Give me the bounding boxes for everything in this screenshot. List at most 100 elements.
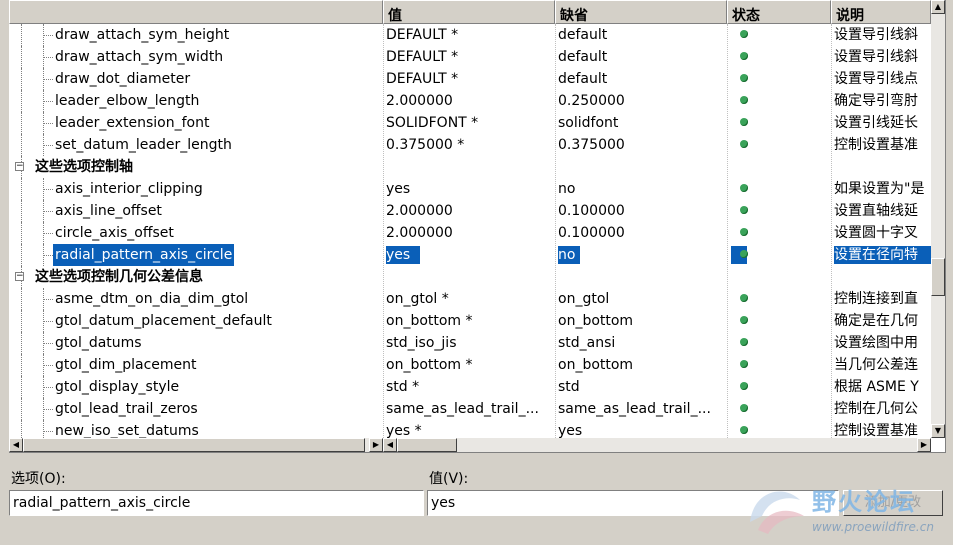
- column-header-description[interactable]: 说明: [831, 0, 931, 24]
- option-field[interactable]: radial_pattern_axis_circle: [9, 490, 424, 516]
- table-row[interactable]: draw_attach_sym_height DEFAULT * default 设置…: [9, 24, 931, 46]
- option-name-cell[interactable]: draw_dot_diameter: [9, 68, 383, 90]
- option-name: leader_extension_font: [55, 115, 210, 131]
- tree-line: [44, 35, 53, 36]
- table-row[interactable]: axis_interior_clipping yes no 如果设置为"是: [9, 178, 931, 200]
- option-name-cell[interactable]: gtol_display_style: [9, 376, 383, 398]
- horizontal-scroll-thumb-right[interactable]: [397, 438, 457, 452]
- value-cell[interactable]: std *: [386, 376, 552, 398]
- status-cell: [727, 310, 831, 332]
- collapse-icon[interactable]: −: [15, 162, 24, 171]
- status-cell: [727, 332, 831, 354]
- value-cell[interactable]: on_bottom *: [386, 310, 552, 332]
- table-row[interactable]: axis_line_offset 2.000000 0.100000 设置直轴线延: [9, 200, 931, 222]
- option-name-cell[interactable]: circle_axis_offset: [9, 222, 383, 244]
- horizontal-scroll-thumb-left[interactable]: [23, 438, 365, 452]
- value-cell[interactable]: yes: [386, 244, 552, 266]
- value-cell[interactable]: yes *: [386, 420, 552, 438]
- value-cell[interactable]: DEFAULT *: [386, 46, 552, 68]
- scroll-right-icon[interactable]: ▶: [369, 438, 383, 452]
- value-cell[interactable]: 2.000000: [386, 222, 552, 244]
- option-name-cell[interactable]: draw_attach_sym_height: [9, 24, 383, 46]
- tree-line: [21, 200, 22, 222]
- status-cell: [727, 134, 831, 156]
- scroll-left-icon[interactable]: ◀: [9, 438, 23, 452]
- add-change-button[interactable]: 添加/更改: [843, 490, 943, 516]
- description-cell: 设置绘图中用: [834, 335, 918, 351]
- horizontal-scrollbar-right[interactable]: ◀ ▶: [383, 438, 931, 452]
- table-row[interactable]: gtol_lead_trail_zeros same_as_lead_trail_…: [9, 398, 931, 420]
- description-cell: 设置导引线点: [834, 71, 918, 87]
- table-row[interactable]: new_iso_set_datums yes * yes 控制设置基准: [9, 420, 931, 438]
- description-cell: 如果设置为"是: [834, 181, 925, 197]
- option-name: gtol_lead_trail_zeros: [55, 401, 198, 417]
- scroll-down-icon[interactable]: ▼: [931, 424, 945, 438]
- description-cell: 根据 ASME Y: [834, 379, 919, 395]
- column-header-status[interactable]: 状态: [727, 0, 831, 24]
- status-cell: [727, 398, 831, 420]
- value-cell[interactable]: same_as_lead_trail_...: [386, 398, 552, 420]
- description-cell: 确定导引弯肘: [834, 93, 918, 109]
- table-row[interactable]: circle_axis_offset 2.000000 0.100000 设置圆十字叉: [9, 222, 931, 244]
- option-name-cell[interactable]: gtol_lead_trail_zeros: [9, 398, 383, 420]
- option-name-cell[interactable]: radial_pattern_axis_circle: [9, 244, 383, 266]
- value-cell[interactable]: std_iso_jis: [386, 332, 552, 354]
- table-row[interactable]: radial_pattern_axis_circle yes no 设置在径向特: [9, 244, 931, 266]
- scroll-left-icon[interactable]: ◀: [383, 438, 397, 452]
- vertical-scroll-thumb[interactable]: [931, 258, 945, 296]
- tree-line: [44, 233, 53, 234]
- option-name-cell[interactable]: draw_attach_sym_width: [9, 46, 383, 68]
- vertical-scrollbar[interactable]: ▲ ▼: [931, 0, 945, 438]
- default-cell: std: [558, 379, 580, 395]
- value-cell[interactable]: SOLIDFONT *: [386, 112, 552, 134]
- option-name-cell[interactable]: gtol_datum_placement_default: [9, 310, 383, 332]
- value-field[interactable]: yes: [427, 490, 839, 516]
- scroll-right-icon[interactable]: ▶: [917, 438, 931, 452]
- default-cell: 0.100000: [558, 203, 625, 219]
- table-row[interactable]: gtol_datums std_iso_jis std_ansi 设置绘图中用: [9, 332, 931, 354]
- option-name: new_iso_set_datums: [55, 423, 199, 438]
- scroll-up-icon[interactable]: ▲: [931, 0, 945, 14]
- option-name-cell[interactable]: gtol_dim_placement: [9, 354, 383, 376]
- table-row[interactable]: draw_dot_diameter DEFAULT * default 设置导引线点: [9, 68, 931, 90]
- value-cell[interactable]: DEFAULT *: [386, 24, 552, 46]
- value-cell[interactable]: on_bottom *: [386, 354, 552, 376]
- column-header-value[interactable]: 值: [383, 0, 555, 24]
- table-row[interactable]: gtol_display_style std * std 根据 ASME Y: [9, 376, 931, 398]
- collapse-icon[interactable]: −: [15, 272, 24, 281]
- tree-line: [44, 101, 53, 102]
- tree-line: [44, 299, 53, 300]
- value-cell[interactable]: DEFAULT *: [386, 68, 552, 90]
- value-cell[interactable]: yes: [386, 178, 552, 200]
- description-cell: 设置直轴线延: [834, 203, 918, 219]
- option-name-cell[interactable]: leader_extension_font: [9, 112, 383, 134]
- value-cell[interactable]: 0.375000 *: [386, 134, 552, 156]
- value-cell[interactable]: on_gtol *: [386, 288, 552, 310]
- option-name-cell[interactable]: set_datum_leader_length: [9, 134, 383, 156]
- column-header-default[interactable]: 缺省: [555, 0, 727, 24]
- group-row[interactable]: − 这些选项控制轴: [9, 156, 931, 178]
- value-cell[interactable]: 2.000000: [386, 90, 552, 112]
- table-row[interactable]: set_datum_leader_length 0.375000 * 0.37500…: [9, 134, 931, 156]
- option-name-cell[interactable]: leader_elbow_length: [9, 90, 383, 112]
- option-name-cell[interactable]: asme_dtm_on_dia_dim_gtol: [9, 288, 383, 310]
- option-name: axis_interior_clipping: [55, 181, 203, 197]
- horizontal-scrollbar-left[interactable]: ◀ ▶: [9, 438, 383, 452]
- table-row[interactable]: leader_extension_font SOLIDFONT * solidfon…: [9, 112, 931, 134]
- option-name-cell[interactable]: new_iso_set_datums: [9, 420, 383, 438]
- value-cell[interactable]: 2.000000: [386, 200, 552, 222]
- tree-line: [21, 244, 22, 266]
- option-name-cell[interactable]: axis_interior_clipping: [9, 178, 383, 200]
- table-row[interactable]: leader_elbow_length 2.000000 0.250000 确定导引弯…: [9, 90, 931, 112]
- green-dot-icon: [740, 250, 748, 258]
- table-row[interactable]: asme_dtm_on_dia_dim_gtol on_gtol * on_gtol…: [9, 288, 931, 310]
- table-row[interactable]: gtol_dim_placement on_bottom * on_bottom 当几…: [9, 354, 931, 376]
- green-dot-icon: [740, 184, 748, 192]
- option-name-cell[interactable]: axis_line_offset: [9, 200, 383, 222]
- group-row[interactable]: − 这些选项控制几何公差信息: [9, 266, 931, 288]
- column-header-option[interactable]: [9, 0, 383, 24]
- option-name: circle_axis_offset: [55, 225, 174, 241]
- table-row[interactable]: gtol_datum_placement_default on_bottom * o…: [9, 310, 931, 332]
- option-name-cell[interactable]: gtol_datums: [9, 332, 383, 354]
- table-row[interactable]: draw_attach_sym_width DEFAULT * default 设置导…: [9, 46, 931, 68]
